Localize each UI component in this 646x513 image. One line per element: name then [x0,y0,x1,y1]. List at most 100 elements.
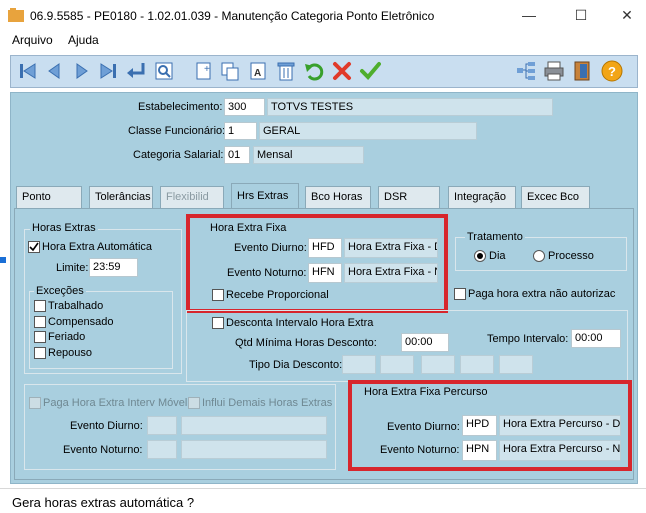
copy-icon[interactable] [219,60,241,82]
close-button[interactable]: ✕ [612,5,642,25]
delete-icon[interactable] [275,60,297,82]
tratamento-dia-label: Dia [489,250,506,262]
svg-text:?: ? [608,64,616,79]
desconta-intervalo-checkbox[interactable] [212,317,224,329]
movel-diurno-code-field [147,416,177,435]
fixa-diurno-label: Evento Diurno: [234,242,307,254]
hora-extra-fixa-title: Hora Extra Fixa [210,222,287,234]
percurso-diurno-label: Evento Diurno: [387,421,460,433]
movel-diurno-desc-field [181,416,327,435]
fixa-noturno-code-field[interactable]: HFN [308,263,342,283]
tempo-intervalo-field[interactable]: 00:00 [571,329,621,348]
tipo-dia-desconto-label: Tipo Dia Desconto: [249,359,343,371]
goto-icon[interactable] [125,60,147,82]
window-title: 06.9.5585 - PE0180 - 1.02.01.039 - Manut… [30,9,435,23]
classe-label: Classe Funcionário: [128,125,226,137]
tratamento-title: Tratamento [465,231,525,243]
hora-extra-automatica-checkbox[interactable] [28,241,40,253]
recebe-proporcional-checkbox[interactable] [212,289,224,301]
cancel-icon[interactable] [331,60,353,82]
estabelecimento-name-field: TOTVS TESTES [267,98,553,116]
horas-extras-title: Horas Extras [30,222,98,234]
next-icon[interactable] [71,60,93,82]
svg-text:+: + [204,64,210,75]
percurso-title: Hora Extra Fixa Percurso [364,386,488,398]
paga-nao-autorizada-label: Paga hora extra não autorizac [468,288,616,300]
tab-flexibilid[interactable]: Flexibilid [160,186,224,208]
tipo-dia-field-4 [460,355,494,374]
movel-noturno-label: Evento Noturno: [63,444,143,456]
selection-handle [0,257,6,263]
compensado-label: Compensado [48,316,114,328]
trabalhado-checkbox[interactable] [34,300,46,312]
status-text: Gera horas extras automática ? [12,495,195,510]
movel-diurno-label: Evento Diurno: [70,420,143,432]
movel-noturno-desc-field [181,440,327,459]
categoria-name-field: Mensal [253,146,364,164]
print-icon[interactable] [543,60,565,82]
tab-excec-bco[interactable]: Excec Bco [521,186,590,208]
desconta-intervalo-label: Desconta Intervalo Hora Extra [226,317,374,329]
prev-icon[interactable] [43,60,65,82]
categoria-code-field[interactable]: 01 [224,146,250,164]
new-icon[interactable]: + [193,60,215,82]
percurso-noturno-label: Evento Noturno: [380,444,460,456]
text-icon[interactable]: A [247,60,269,82]
influi-demais-checkbox[interactable] [188,397,200,409]
tratamento-dia-radio[interactable] [474,250,486,262]
tab-dsr[interactable]: DSR [378,186,440,208]
movel-noturno-code-field [147,440,177,459]
excecoes-title: Exceções [34,285,86,297]
estabelecimento-code-field[interactable]: 300 [224,98,265,116]
tab-integracao[interactable]: Integração [448,186,516,208]
limite-label: Limite: [56,262,89,274]
first-icon[interactable] [17,60,39,82]
fixa-noturno-label: Evento Noturno: [227,267,307,279]
percurso-noturno-code-field[interactable]: HPN [462,440,497,461]
undo-icon[interactable] [303,60,325,82]
categoria-label: Categoria Salarial: [133,149,224,161]
search-icon[interactable] [153,60,175,82]
minimize-button[interactable]: — [514,5,544,25]
tab-tolerancias[interactable]: Tolerâncias [89,186,153,208]
classe-code-field[interactable]: 1 [224,122,257,140]
fixa-noturno-desc-field: Hora Extra Fixa - N [344,263,438,283]
trabalhado-label: Trabalhado [48,300,104,312]
classe-name-field: GERAL [259,122,477,140]
tipo-dia-field-2 [380,355,414,374]
menu-ajuda[interactable]: Ajuda [68,33,99,47]
toolbar: + A ? [10,55,638,88]
fixa-diurno-code-field[interactable]: HFD [308,238,342,258]
compensado-checkbox[interactable] [34,316,46,328]
paga-interv-movel-label: Paga Hora Extra Interv Móvel [43,397,188,409]
tab-bco-horas[interactable]: Bco Horas [305,186,371,208]
influi-demais-label: Influi Demais Horas Extras [202,397,333,409]
qtd-minima-field[interactable]: 00:00 [401,333,449,352]
repouso-checkbox[interactable] [34,347,46,359]
title-bar: 06.9.5585 - PE0180 - 1.02.01.039 - Manut… [0,0,646,30]
maximize-button[interactable]: ☐ [566,5,596,25]
last-icon[interactable] [97,60,119,82]
app-icon [8,8,24,22]
tipo-dia-field-1 [342,355,376,374]
feriado-checkbox[interactable] [34,331,46,343]
tratamento-processo-radio[interactable] [533,250,545,262]
save-icon[interactable] [359,60,381,82]
hierarchy-icon[interactable] [515,60,537,82]
status-bar: Gera horas extras automática ? [0,488,646,513]
paga-interv-movel-checkbox[interactable] [29,397,41,409]
help-icon[interactable]: ? [601,60,623,82]
percurso-diurno-code-field[interactable]: HPD [462,415,497,436]
menu-bar: Arquivo Ajuda [0,30,646,50]
tab-hrs-extras[interactable]: Hrs Extras [231,183,299,209]
percurso-diurno-desc-field: Hora Extra Percurso - Diu [499,415,621,436]
svg-text:A: A [254,68,261,79]
tratamento-processo-label: Processo [548,250,594,262]
menu-arquivo[interactable]: Arquivo [12,33,53,47]
tempo-intervalo-label: Tempo Intervalo: [487,333,569,345]
tab-ponto[interactable]: Ponto [16,186,82,208]
exit-icon[interactable] [571,60,593,82]
limite-field[interactable]: 23:59 [89,258,138,277]
paga-nao-autorizada-checkbox[interactable] [454,288,466,300]
tipo-dia-field-3 [421,355,455,374]
